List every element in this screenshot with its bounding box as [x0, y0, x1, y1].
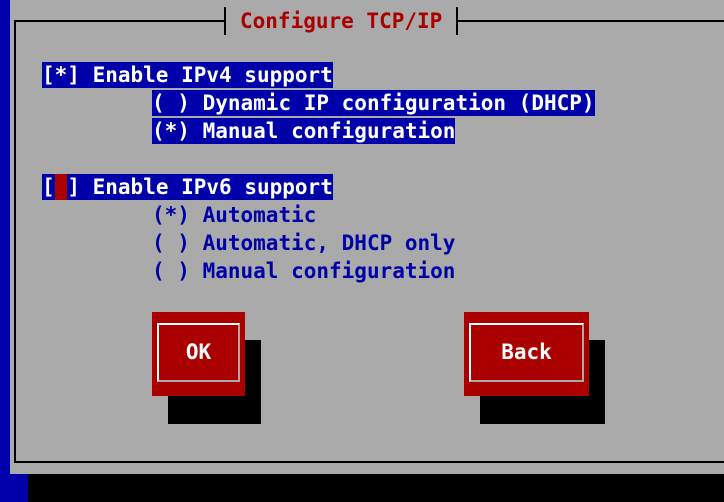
ok-button[interactable]: OK — [152, 312, 245, 396]
ipv6-checkbox-open: [ — [42, 175, 55, 199]
configure-tcpip-dialog: Configure TCP/IP [*] Enable IPv4 support… — [10, 0, 724, 474]
ipv4-manual-label: Manual configuration — [202, 119, 456, 143]
back-button[interactable]: Back — [464, 312, 589, 396]
ok-button-label: OK — [185, 340, 212, 364]
ipv6-manual-label: Manual configuration — [202, 259, 456, 283]
back-button-label: Back — [501, 340, 552, 364]
ipv4-dhcp-label: Dynamic IP configuration (DHCP) — [202, 91, 595, 115]
ipv4-checkbox-box: [*] — [42, 63, 80, 87]
dialog-shadow — [28, 474, 724, 502]
ipv6-dhcp-only-marker: ( ) — [152, 231, 190, 255]
ipv6-manual-radio[interactable]: ( ) Manual configuration — [152, 258, 455, 284]
ipv6-automatic-marker: (*) — [152, 203, 190, 227]
ipv6-checkbox-label: Enable IPv6 support — [92, 175, 333, 199]
ipv6-dhcp-only-radio[interactable]: ( ) Automatic, DHCP only — [152, 230, 455, 256]
ipv4-manual-marker: (*) — [152, 119, 190, 143]
dialog-title: Configure TCP/IP — [224, 7, 459, 35]
ipv6-manual-marker: ( ) — [152, 259, 190, 283]
ipv6-enable-checkbox[interactable]: [ ] Enable IPv6 support — [42, 174, 333, 200]
ipv4-dhcp-radio[interactable]: ( ) Dynamic IP configuration (DHCP) — [152, 90, 595, 116]
ipv4-checkbox-label: Enable IPv4 support — [92, 63, 333, 87]
ipv4-manual-radio[interactable]: (*) Manual configuration — [152, 118, 456, 144]
ipv6-checkbox-close: ] — [67, 175, 80, 199]
ipv6-automatic-radio[interactable]: (*) Automatic — [152, 202, 316, 228]
ipv4-dhcp-marker: ( ) — [152, 91, 190, 115]
text-cursor — [54, 174, 68, 200]
ipv6-dhcp-only-label: Automatic, DHCP only — [202, 231, 456, 255]
ipv6-automatic-label: Automatic — [202, 203, 317, 227]
ipv4-enable-checkbox[interactable]: [*] Enable IPv4 support — [42, 62, 333, 88]
